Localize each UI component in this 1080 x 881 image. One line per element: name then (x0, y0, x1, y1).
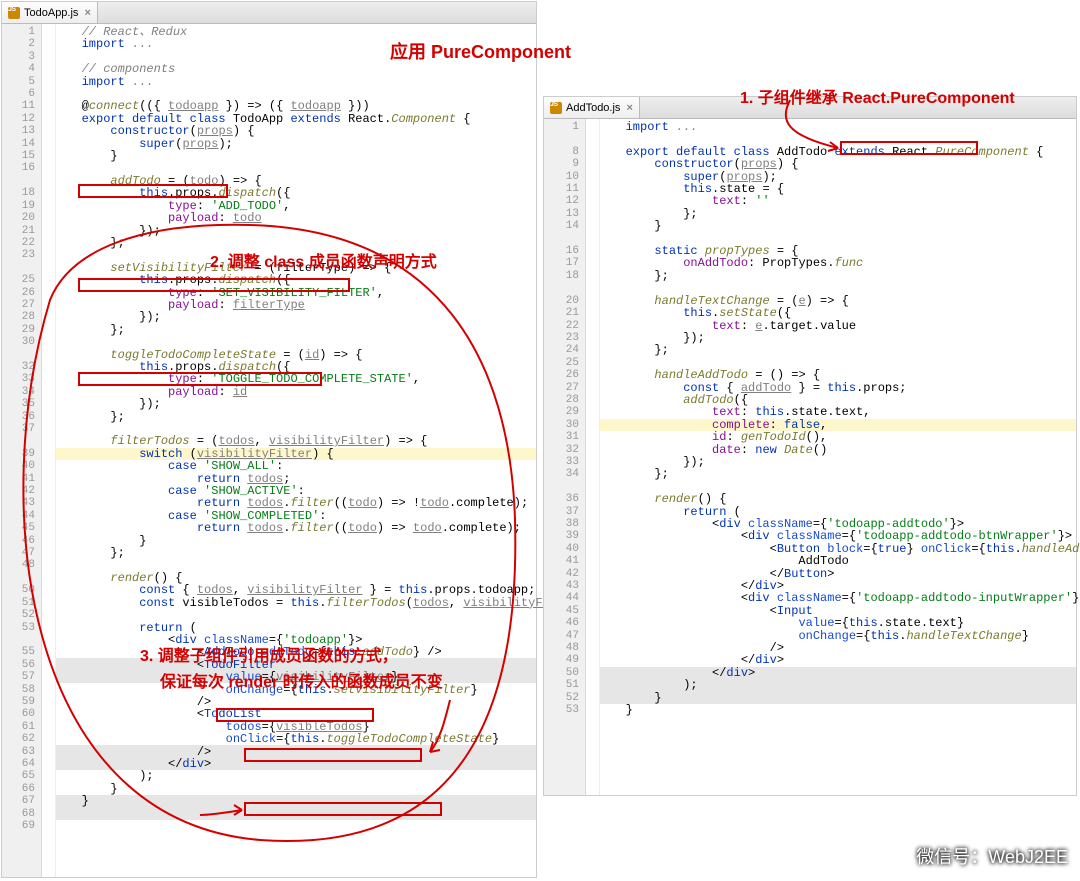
line-gutter: 1 8 9 10 11 12 13 14 16 17 18 20 21 22 2… (544, 119, 586, 795)
tab-bar: TodoApp.js × (2, 2, 536, 24)
editor-pane-left: TodoApp.js × 1 2 3 4 5 6 11 12 13 14 15 … (1, 1, 537, 878)
code-area[interactable]: // React、Redux import ... // components … (56, 24, 536, 877)
fold-column (586, 119, 600, 795)
watermark-text: 微信号：WebJ2EE (916, 843, 1068, 869)
js-file-icon (8, 7, 20, 19)
close-icon[interactable]: × (84, 7, 90, 19)
wechat-icon (890, 845, 912, 867)
tab-addtodo[interactable]: AddTodo.js × (544, 97, 640, 118)
tab-label: TodoApp.js (24, 7, 78, 19)
tab-label: AddTodo.js (566, 102, 620, 114)
editor-pane-right: AddTodo.js × 1 8 9 10 11 12 13 14 16 17 … (543, 96, 1077, 796)
fold-column (42, 24, 56, 877)
js-file-icon (550, 102, 562, 114)
watermark: 微信号：WebJ2EE (890, 843, 1068, 869)
close-icon[interactable]: × (626, 102, 632, 114)
tab-bar: AddTodo.js × (544, 97, 1076, 119)
line-gutter: 1 2 3 4 5 6 11 12 13 14 15 16 18 19 20 2… (2, 24, 42, 877)
tab-todoapp[interactable]: TodoApp.js × (2, 2, 98, 23)
code-area[interactable]: import ... export default class AddTodo … (600, 119, 1076, 795)
